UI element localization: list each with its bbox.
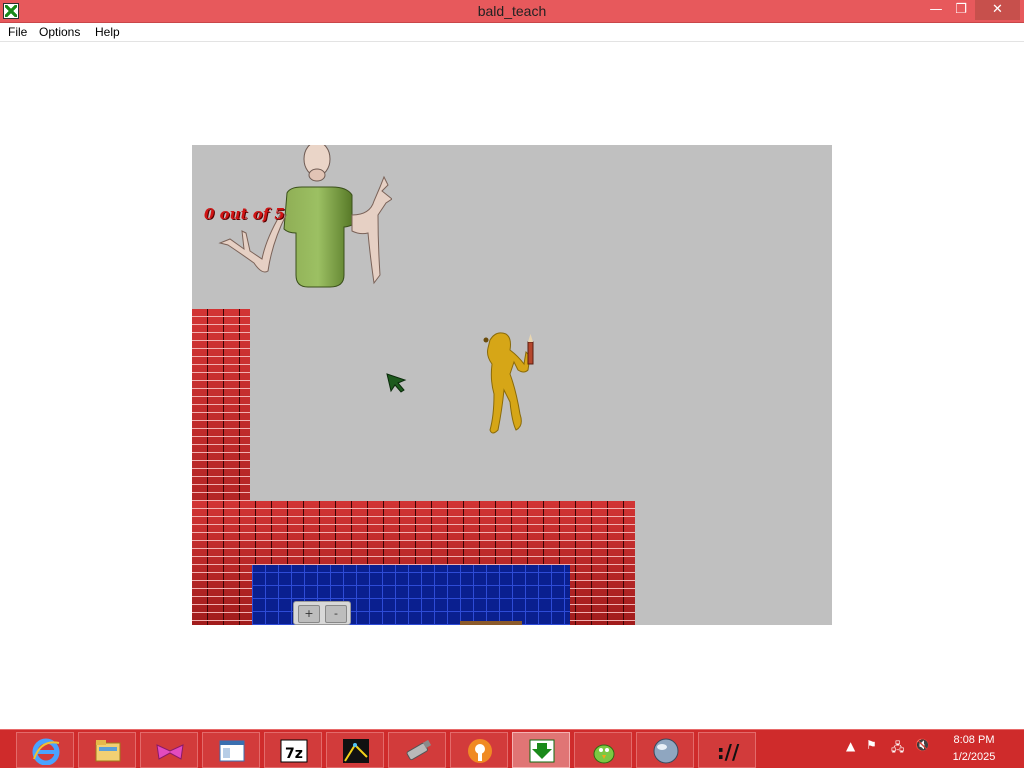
taskbar-window-app[interactable] [202, 732, 260, 768]
show-hidden-icons-icon[interactable]: ▲ [846, 739, 855, 753]
taskbar-sphere-app[interactable] [636, 732, 694, 768]
menu-help[interactable]: Help [95, 25, 120, 39]
taskbar-paint-app[interactable] [140, 732, 198, 768]
action-center-flag-icon[interactable]: ⚑ [866, 738, 877, 752]
volume-muted-icon[interactable]: 🔇 [915, 738, 930, 752]
menu-file[interactable]: File [8, 25, 27, 39]
folder-icon [95, 740, 121, 762]
taskbar-bald-teach[interactable] [512, 732, 570, 768]
zoom-in-button[interactable]: + [298, 605, 320, 623]
svg-text:7z: 7z [285, 746, 303, 762]
taskbar-usb-drive[interactable] [388, 732, 446, 768]
taskbar-internet-explorer[interactable] [16, 732, 74, 768]
clock-time[interactable]: 8:08 PM [944, 734, 1004, 746]
taskbar-7zip[interactable]: 7z [264, 732, 322, 768]
7zip-icon: 7z [280, 739, 308, 763]
colon-slashes-icon: :// [717, 740, 740, 764]
sphere-icon [653, 738, 679, 764]
taskbar-green-bird[interactable] [574, 732, 632, 768]
taskbar-inkscape[interactable] [326, 732, 384, 768]
cursor-arrow-icon [386, 373, 407, 393]
menu-options[interactable]: Options [39, 25, 80, 39]
internet-explorer-icon [32, 738, 60, 765]
window-title: bald_teach [477, 3, 547, 19]
menu-bar: File Options Help [0, 23, 1024, 42]
title-bar[interactable]: bald_teach — ❐ ✕ [0, 0, 1024, 23]
green-bird-icon [593, 744, 615, 764]
taskbar-file-explorer[interactable] [78, 732, 136, 768]
network-icon[interactable]: 🖧 [891, 738, 904, 759]
taskbar: 7z:// ▲ ⚑ 🖧 🔇 8:08 PM 1/2/2025 [0, 729, 1024, 768]
notebook-counter: 0 out of 5 [204, 205, 285, 223]
zoom-out-button[interactable]: - [325, 605, 347, 623]
taskbar-orange-app[interactable] [450, 732, 508, 768]
minimize-button[interactable]: — [924, 0, 948, 20]
svg-text:://: :// [717, 740, 740, 764]
door [460, 621, 522, 625]
game-canvas[interactable]: + - 0 out of 5 [192, 145, 832, 625]
player-character [483, 332, 534, 434]
maximize-button[interactable]: ❐ [949, 0, 973, 20]
vector-app-icon [343, 739, 369, 763]
orange-circle-icon [468, 739, 492, 763]
zoom-controls: + - [293, 601, 351, 625]
pink-bow-icon [156, 744, 184, 760]
taskbar-terminal-slashes[interactable]: :// [698, 732, 756, 768]
clock-date[interactable]: 1/2/2025 [944, 751, 1004, 763]
usb-drive-icon [406, 739, 432, 761]
close-button[interactable]: ✕ [975, 0, 1020, 20]
window-icon [219, 740, 245, 762]
download-arrow-icon [529, 739, 555, 763]
